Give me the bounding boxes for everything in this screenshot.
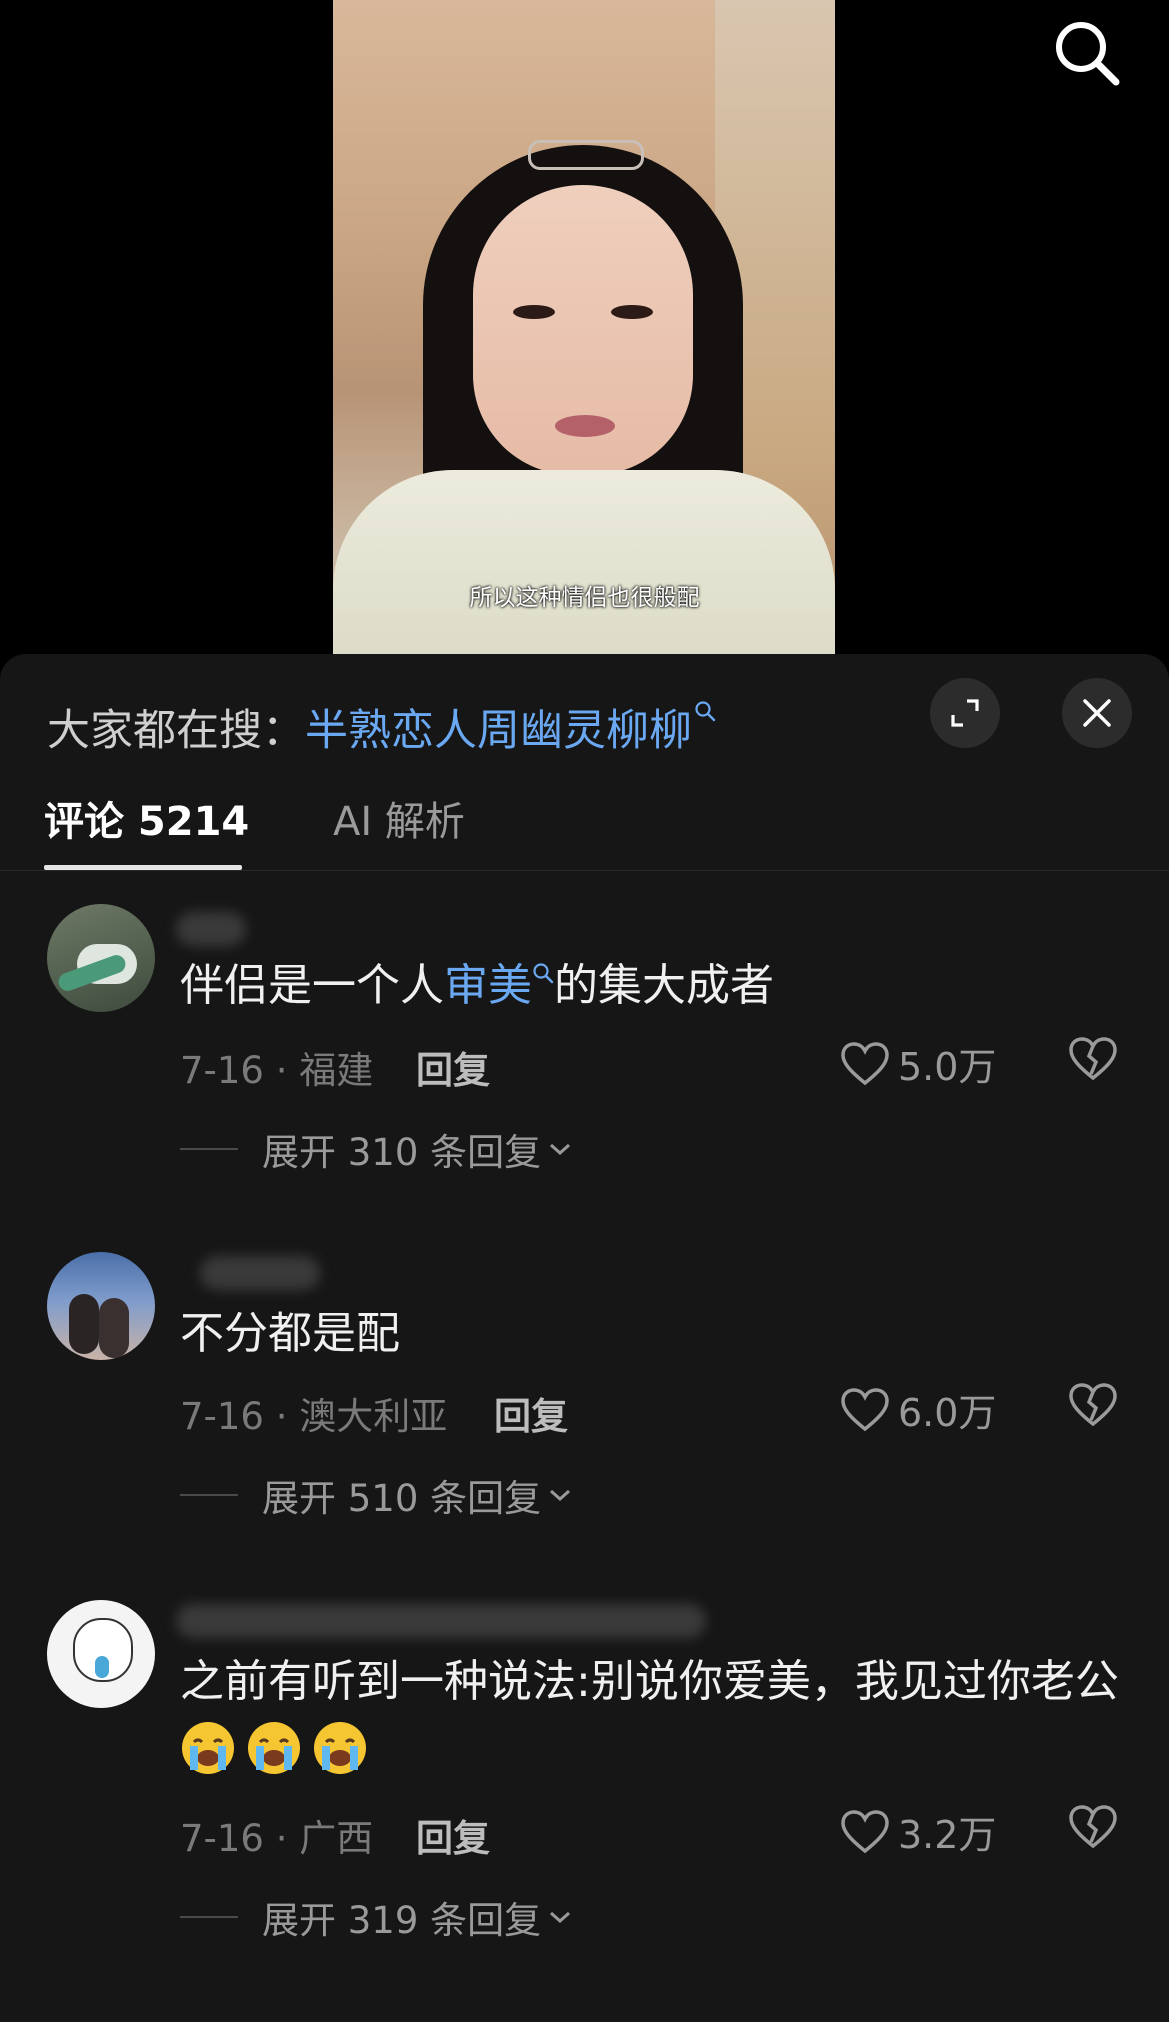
dislike-button[interactable] bbox=[1068, 1804, 1118, 1854]
like-count: 6.0万 bbox=[898, 1391, 997, 1435]
crying-face-emoji bbox=[314, 1722, 366, 1774]
video-person-glasses bbox=[528, 140, 644, 170]
avatar[interactable] bbox=[47, 1600, 155, 1708]
dislike-button[interactable] bbox=[1068, 1036, 1118, 1086]
comment-text: 之前有听到一种说法:别说你爱美，我见过你老公 bbox=[180, 1646, 1120, 1790]
avatar-tear bbox=[95, 1656, 109, 1678]
like-button[interactable]: 3.2万 bbox=[840, 1804, 996, 1859]
expand-button[interactable] bbox=[930, 678, 1000, 748]
like-button[interactable]: 6.0万 bbox=[840, 1382, 996, 1437]
comment-text: 伴侣是一个人审美 的集大成者 bbox=[180, 950, 1120, 1022]
trending-search[interactable]: 大家都在搜：半熟恋人周幽灵柳柳 bbox=[47, 696, 716, 758]
expand-replies[interactable]: 展开 310 条回复 bbox=[180, 1122, 573, 1176]
broken-heart-icon bbox=[1069, 1037, 1117, 1081]
close-icon bbox=[1083, 699, 1111, 727]
video-area[interactable]: 所以这种情侣也很般配 bbox=[0, 0, 1169, 660]
video-person-mouth bbox=[555, 415, 615, 437]
video-person-face bbox=[473, 185, 693, 475]
like-count: 5.0万 bbox=[898, 1045, 997, 1089]
expand-replies[interactable]: 展开 510 条回复 bbox=[180, 1468, 573, 1522]
avatar[interactable] bbox=[47, 904, 155, 1012]
search-small-icon bbox=[533, 963, 554, 984]
like-button[interactable]: 5.0万 bbox=[840, 1036, 996, 1091]
comment-text-part: 之前有听到一种说法:别说你爱美，我见过你老公 bbox=[180, 1656, 1119, 1707]
comment-date-location: 7-16 · 广西 bbox=[180, 1817, 374, 1860]
trending-search-keyword[interactable]: 半熟恋人周幽灵柳柳 bbox=[305, 706, 692, 756]
heart-outline-icon bbox=[841, 1387, 889, 1431]
avatar[interactable] bbox=[47, 1252, 155, 1360]
search-icon bbox=[1056, 22, 1120, 86]
search-small-icon bbox=[695, 701, 716, 722]
trending-search-prefix: 大家都在搜： bbox=[47, 706, 305, 756]
tab-comments[interactable]: 评论 5214 bbox=[44, 792, 249, 852]
crying-face-emoji bbox=[248, 1722, 300, 1774]
comment-text-part: 伴侣是一个人 bbox=[180, 960, 444, 1011]
username-blurred[interactable] bbox=[176, 1604, 706, 1638]
fullscreen-icon bbox=[951, 699, 979, 727]
divider-line bbox=[180, 1494, 238, 1496]
broken-heart-icon bbox=[1069, 1383, 1117, 1427]
chevron-down-icon bbox=[550, 1911, 571, 1924]
video-person-eye bbox=[513, 305, 555, 319]
like-count: 3.2万 bbox=[898, 1813, 997, 1857]
close-button[interactable] bbox=[1062, 678, 1132, 748]
comment-date-location: 7-16 · 澳大利亚 bbox=[180, 1395, 448, 1438]
expand-replies-label: 展开 319 条回复 bbox=[262, 1899, 542, 1942]
comment-text: 不分都是配 bbox=[180, 1308, 400, 1359]
video-subtitle: 所以这种情侣也很般配 bbox=[469, 585, 700, 611]
comment-sheet: 大家都在搜：半熟恋人周幽灵柳柳 评论 5214 AI 解析 伴侣是一个人审美 的集… bbox=[0, 654, 1169, 2022]
reply-button[interactable]: 回复 bbox=[416, 1808, 490, 1862]
comment-date-location: 7-16 · 福建 bbox=[180, 1049, 374, 1092]
heart-outline-icon bbox=[841, 1809, 889, 1853]
video-person-eye bbox=[611, 305, 653, 319]
expand-replies-label: 展开 510 条回复 bbox=[262, 1477, 542, 1520]
video-frame[interactable] bbox=[333, 0, 835, 654]
chevron-down-icon bbox=[550, 1143, 571, 1156]
tab-bar: 评论 5214 AI 解析 bbox=[0, 792, 1169, 871]
username-blurred[interactable] bbox=[200, 1256, 320, 1290]
comment-text-part: 的集大成者 bbox=[554, 960, 774, 1011]
username-blurred[interactable] bbox=[176, 912, 246, 946]
divider-line bbox=[180, 1916, 238, 1918]
dislike-button[interactable] bbox=[1068, 1382, 1118, 1432]
expand-replies[interactable]: 展开 319 条回复 bbox=[180, 1890, 573, 1944]
active-tab-indicator bbox=[44, 865, 242, 870]
divider-line bbox=[180, 1148, 238, 1150]
heart-outline-icon bbox=[841, 1041, 889, 1085]
crying-face-emoji bbox=[182, 1722, 234, 1774]
avatar-figure bbox=[99, 1298, 129, 1358]
comment-keyword-link[interactable]: 审美 bbox=[444, 960, 532, 1011]
reply-button[interactable]: 回复 bbox=[494, 1386, 568, 1440]
video-person-shirt bbox=[333, 470, 835, 654]
tab-ai-analysis[interactable]: AI 解析 bbox=[333, 792, 465, 852]
broken-heart-icon bbox=[1069, 1805, 1117, 1849]
chevron-down-icon bbox=[550, 1489, 571, 1502]
avatar-figure bbox=[69, 1294, 99, 1354]
search-button[interactable] bbox=[1052, 18, 1122, 88]
reply-button[interactable]: 回复 bbox=[416, 1040, 490, 1094]
expand-replies-label: 展开 310 条回复 bbox=[262, 1131, 542, 1174]
